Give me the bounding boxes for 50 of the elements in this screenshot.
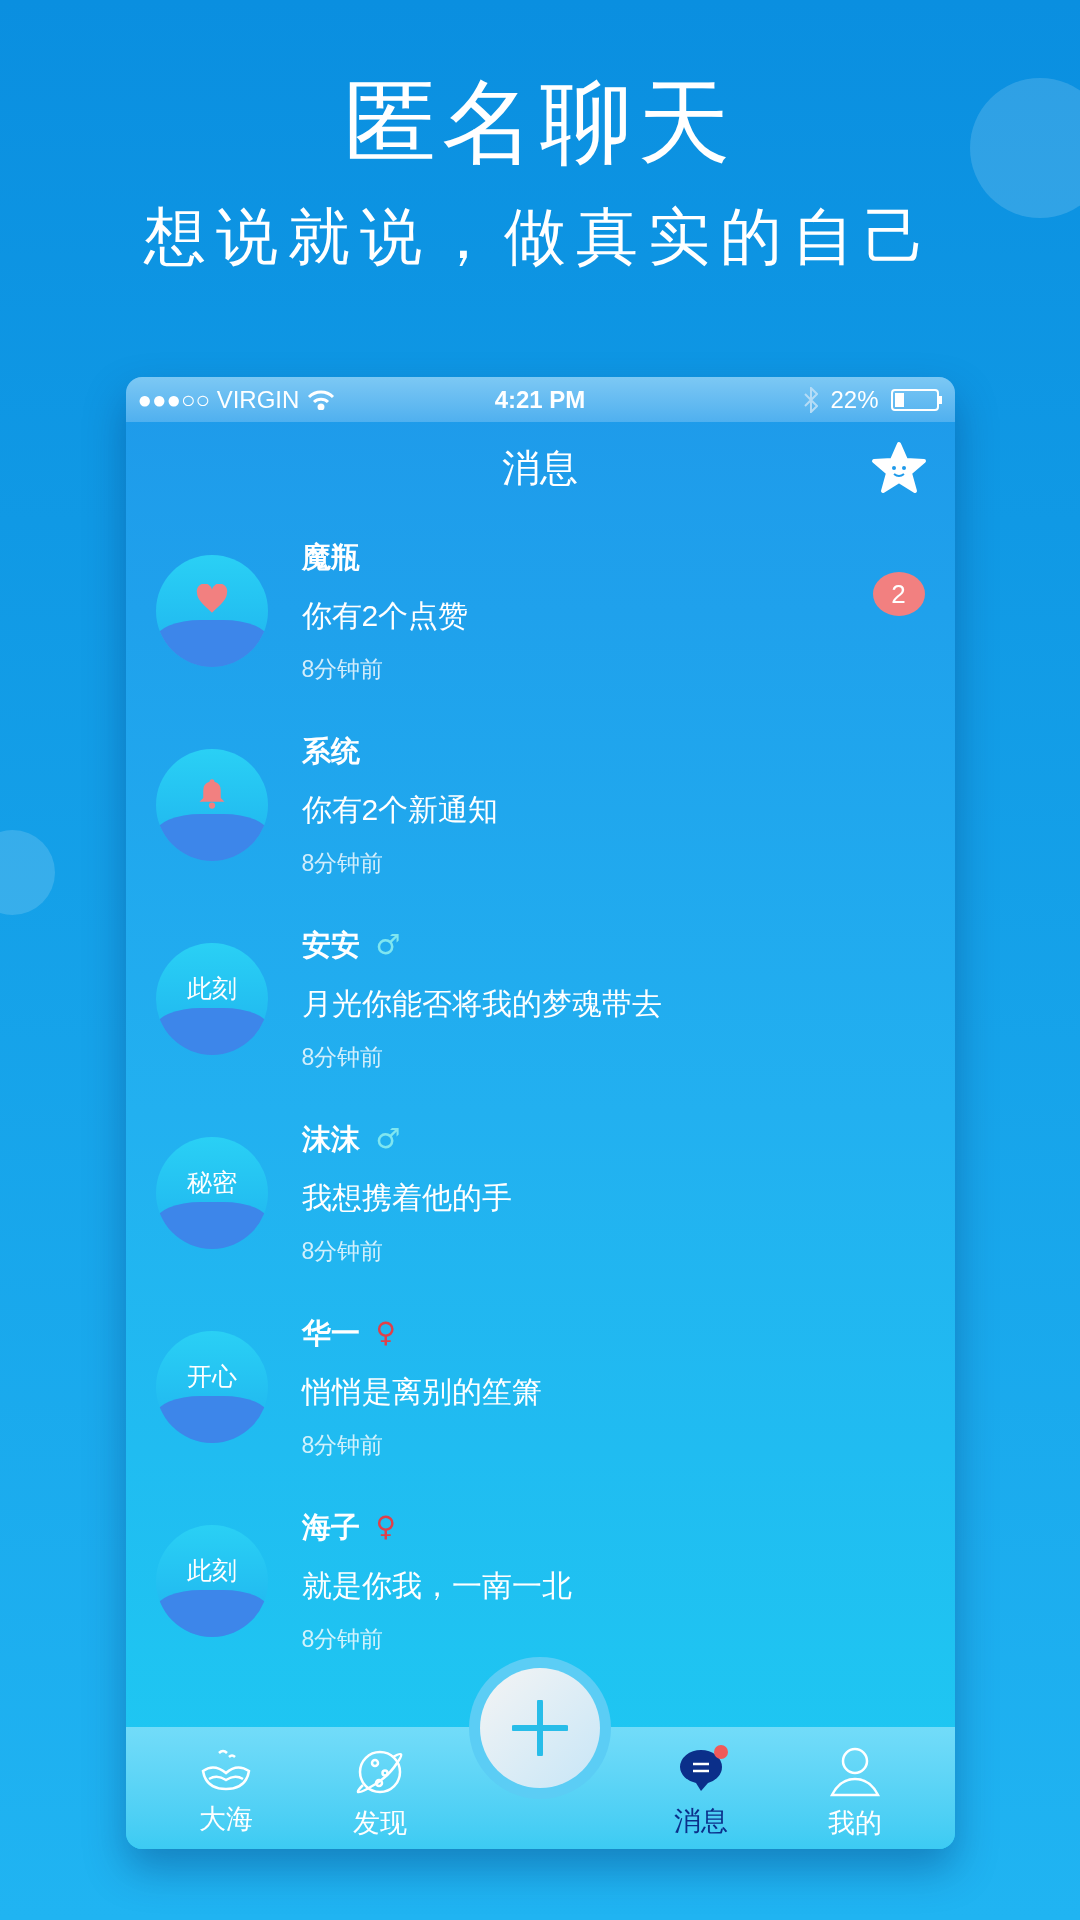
message-preview: 你有2个新通知 <box>301 792 500 828</box>
smiling-star-icon[interactable] <box>870 441 927 495</box>
message-time: 8分钟前 <box>301 849 385 878</box>
plus-icon <box>512 1700 568 1756</box>
sender-name: 系统 <box>301 733 360 769</box>
avatar-label: 开心 <box>186 1361 237 1393</box>
message-preview: 月光你能否将我的梦魂带去 <box>301 986 663 1022</box>
gender-symbol: ♀ <box>375 1315 396 1352</box>
message-row[interactable]: 秘密 沫沫 ♂ 我想携着他的手 8分钟前 <box>125 1096 955 1290</box>
message-time: 8分钟前 <box>301 1237 385 1266</box>
avatar-label: 秘密 <box>186 1167 237 1199</box>
unread-count: 2 <box>872 572 925 616</box>
avatar-label: 此刻 <box>186 1555 237 1587</box>
carrier-label: ●●●○○ VIRGIN <box>137 384 300 415</box>
sender-name: 海子 <box>301 1509 360 1545</box>
message-row[interactable]: 系统 你有2个新通知 8分钟前 <box>125 708 955 902</box>
headline-subtitle: 想说就说，做真实的自己 <box>144 201 936 273</box>
sender-name: 魔瓶 <box>301 539 360 575</box>
message-preview: 我想携着他的手 <box>301 1180 513 1216</box>
gender-symbol: ♂ <box>375 1121 401 1158</box>
message-time: 8分钟前 <box>301 1043 385 1072</box>
message-time: 8分钟前 <box>301 1431 385 1460</box>
sender-name: 华一 <box>301 1315 360 1351</box>
add-button[interactable] <box>480 1668 600 1788</box>
tab-bar-item[interactable]: 我的 <box>794 1744 915 1843</box>
tab-bar-item[interactable]: 大海 <box>165 1744 286 1843</box>
gender-symbol: ♂ <box>375 927 401 964</box>
tab-bar-item[interactable]: 发现 <box>319 1744 440 1843</box>
message-row[interactable]: 此刻 安安 ♂ 月光你能否将我的梦魂带去 8分钟前 <box>125 902 955 1096</box>
message-row[interactable]: 此刻 海子 ♀ 就是你我，一南一北 8分钟前 <box>125 1484 955 1678</box>
message-preview: 悄悄是离别的笙箫 <box>301 1374 543 1410</box>
sender-name: 安安 <box>301 927 360 963</box>
gender-symbol: ♀ <box>375 1509 396 1546</box>
headline-title: 匿名聊天 <box>344 70 736 175</box>
message-time: 8分钟前 <box>301 1625 385 1654</box>
message-preview: 你有2个点赞 <box>301 598 470 634</box>
message-preview: 就是你我，一南一北 <box>301 1568 573 1604</box>
battery-icon <box>890 388 943 411</box>
status-time: 4:21 PM <box>494 384 586 415</box>
battery-percent: 22% <box>830 384 879 415</box>
message-time: 8分钟前 <box>301 655 385 684</box>
tab-bar-item[interactable]: 消息 <box>640 1744 761 1843</box>
sender-name: 沫沫 <box>301 1121 360 1157</box>
message-row[interactable]: 魔瓶 你有2个点赞 8分钟前 2 <box>125 514 955 708</box>
wifi-icon <box>307 389 336 410</box>
avatar-label: 此刻 <box>186 973 237 1005</box>
heart-icon <box>194 584 229 614</box>
bluetooth-icon <box>804 386 819 413</box>
screen-title: 消息 <box>502 445 578 491</box>
message-row[interactable]: 开心 华一 ♀ 悄悄是离别的笙箫 8分钟前 <box>125 1290 955 1484</box>
